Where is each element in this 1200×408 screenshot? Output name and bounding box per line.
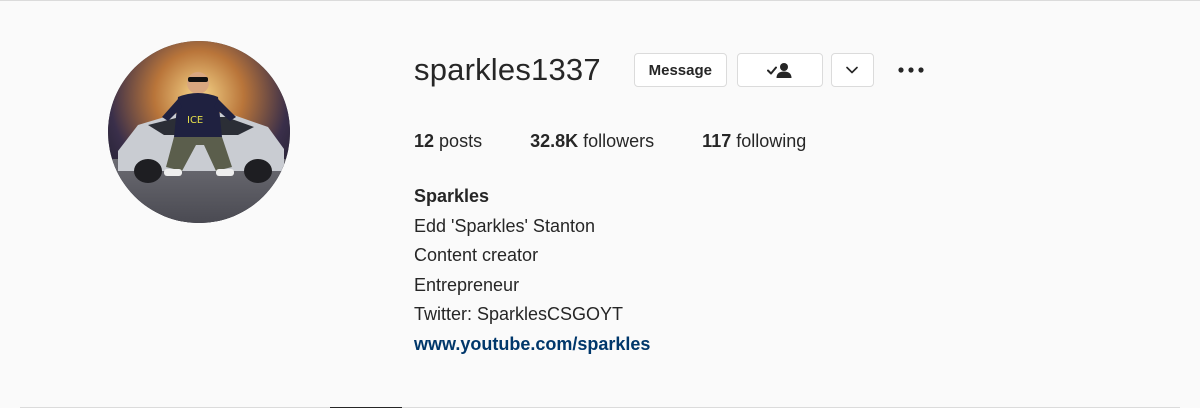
message-button[interactable]: Message <box>633 53 727 87</box>
svg-text:ICE: ICE <box>187 115 203 126</box>
posts-count: 12 <box>414 131 435 151</box>
profile-stats: 12 posts 32.8K followers 117 following <box>414 129 854 153</box>
profile-avatar[interactable]: ICE <box>108 41 290 223</box>
chevron-down-icon <box>846 66 859 74</box>
bio-line: Content creator <box>414 245 539 265</box>
profile-page: ICE sparkles1337 Message 12 posts 32.8K … <box>0 0 1200 408</box>
following-count: 117 <box>702 131 732 151</box>
profile-header: sparkles1337 Message <box>414 51 926 89</box>
posts-label: posts <box>439 131 483 151</box>
more-options-button[interactable] <box>896 53 926 87</box>
bio-line: Entrepreneur <box>414 274 520 295</box>
bio-line: Twitter: SparklesCSGOYT <box>414 304 624 324</box>
bio-full-name: Sparkles <box>414 186 490 206</box>
profile-bio: Sparkles Edd 'Sparkles' Stanton Content … <box>414 182 650 359</box>
bio-line: Edd 'Sparkles' Stanton <box>414 215 595 236</box>
followers-stat[interactable]: 32.8K followers <box>530 129 654 153</box>
followers-label: followers <box>583 131 655 151</box>
person-check-icon <box>766 63 792 78</box>
username: sparkles1337 <box>414 52 601 87</box>
following-label: following <box>736 131 807 151</box>
suggested-dropdown-button[interactable] <box>830 53 874 87</box>
more-options-icon <box>898 67 924 73</box>
followers-count: 32.8K <box>530 131 579 151</box>
following-stat[interactable]: 117 following <box>702 129 806 153</box>
posts-stat: 12 posts <box>414 129 482 153</box>
avatar-image: ICE <box>108 41 290 223</box>
bio-website-link[interactable]: www.youtube.com/sparkles <box>414 330 650 360</box>
message-button-label: Message <box>648 61 712 79</box>
following-button[interactable] <box>736 53 823 87</box>
